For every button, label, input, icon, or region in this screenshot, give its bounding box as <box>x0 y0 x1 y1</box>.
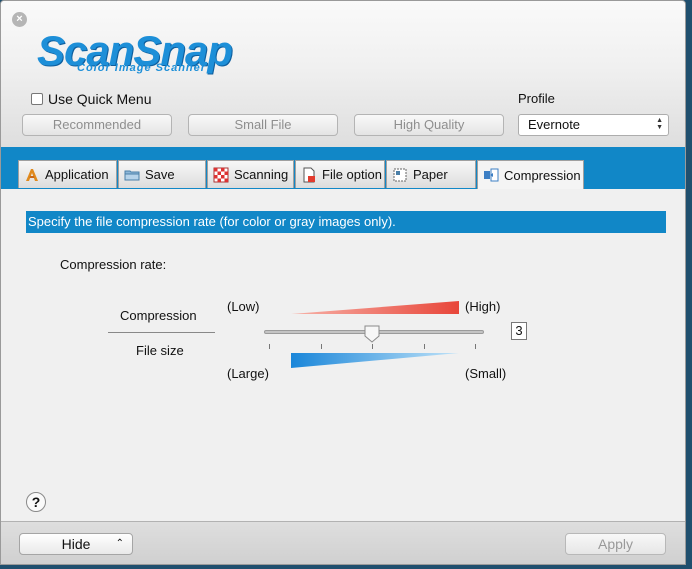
profile-select-value: Evernote <box>528 117 581 132</box>
slider-tick <box>372 344 373 349</box>
tab-application[interactable]: Application <box>18 160 117 188</box>
slider-tick <box>320 344 322 349</box>
row-divider <box>108 332 215 333</box>
tab-compression[interactable]: Compression <box>477 160 584 189</box>
compression-panel: Specify the file compression rate (for c… <box>1 189 685 521</box>
small-file-button[interactable]: Small File <box>188 114 338 136</box>
slider-knob[interactable] <box>364 325 380 343</box>
tab-label: Paper <box>413 167 448 182</box>
compression-rate-label: Compression rate: <box>60 257 167 272</box>
tab-label: Save <box>145 167 175 182</box>
compression-gradient-bar <box>291 301 459 314</box>
tab-file-option[interactable]: File option <box>295 160 385 188</box>
scansnap-logo: ScanSnap Color Image Scanner <box>37 27 327 79</box>
logo-tagline: Color Image Scanner <box>77 62 207 74</box>
quick-menu-checkbox[interactable] <box>31 93 43 105</box>
compression-value: 3 <box>511 322 527 340</box>
close-button[interactable]: × <box>12 12 27 27</box>
file-icon <box>301 167 317 183</box>
window-footer: Hide ⌃ Apply <box>1 521 685 564</box>
quick-menu-label: Use Quick Menu <box>48 91 152 107</box>
high-label: (High) <box>465 299 501 314</box>
tab-label: Compression <box>504 167 581 183</box>
low-label: (Low) <box>227 299 260 314</box>
tab-label: File option <box>322 167 382 182</box>
scansnap-settings-window: × ScanSnap Color Image Scanner Use Quick… <box>0 0 686 565</box>
profile-select[interactable]: Evernote ▲ ▼ <box>518 114 669 136</box>
paper-icon <box>392 167 408 183</box>
slider-tick <box>475 344 476 349</box>
profile-label: Profile <box>518 91 555 106</box>
tab-save[interactable]: Save <box>118 160 206 188</box>
folder-icon <box>124 167 140 183</box>
apply-button[interactable]: Apply <box>565 533 666 555</box>
scanning-icon <box>213 167 229 183</box>
compression-description: Specify the file compression rate (for c… <box>26 211 666 233</box>
application-icon <box>24 167 40 183</box>
slider-tick <box>423 344 425 349</box>
hide-button-label: Hide <box>61 536 91 552</box>
quick-menu-option[interactable]: Use Quick Menu <box>31 91 151 107</box>
tab-paper[interactable]: Paper <box>386 160 476 188</box>
chevron-up-icon: ⌃ <box>115 538 124 549</box>
tab-label: Scanning <box>234 167 289 182</box>
large-label: (Large) <box>227 366 269 381</box>
tab-scanning[interactable]: Scanning <box>207 160 294 188</box>
compression-row-label: Compression <box>120 308 197 323</box>
slider-tick <box>269 344 270 349</box>
recommended-button[interactable]: Recommended <box>22 114 172 136</box>
window-header: × ScanSnap Color Image Scanner Use Quick… <box>1 1 685 148</box>
small-label: (Small) <box>465 366 507 381</box>
compression-icon <box>483 167 499 183</box>
settings-tabs: Application Save Scanning File option Pa… <box>1 147 685 189</box>
file-size-gradient-bar <box>291 353 459 368</box>
help-button[interactable]: ? <box>26 492 46 512</box>
high-quality-button[interactable]: High Quality <box>354 114 504 136</box>
select-arrows-icon: ▲ ▼ <box>656 117 663 131</box>
tab-label: Application <box>45 167 109 182</box>
file-size-row-label: File size <box>136 343 184 358</box>
hide-button[interactable]: Hide ⌃ <box>19 533 133 555</box>
